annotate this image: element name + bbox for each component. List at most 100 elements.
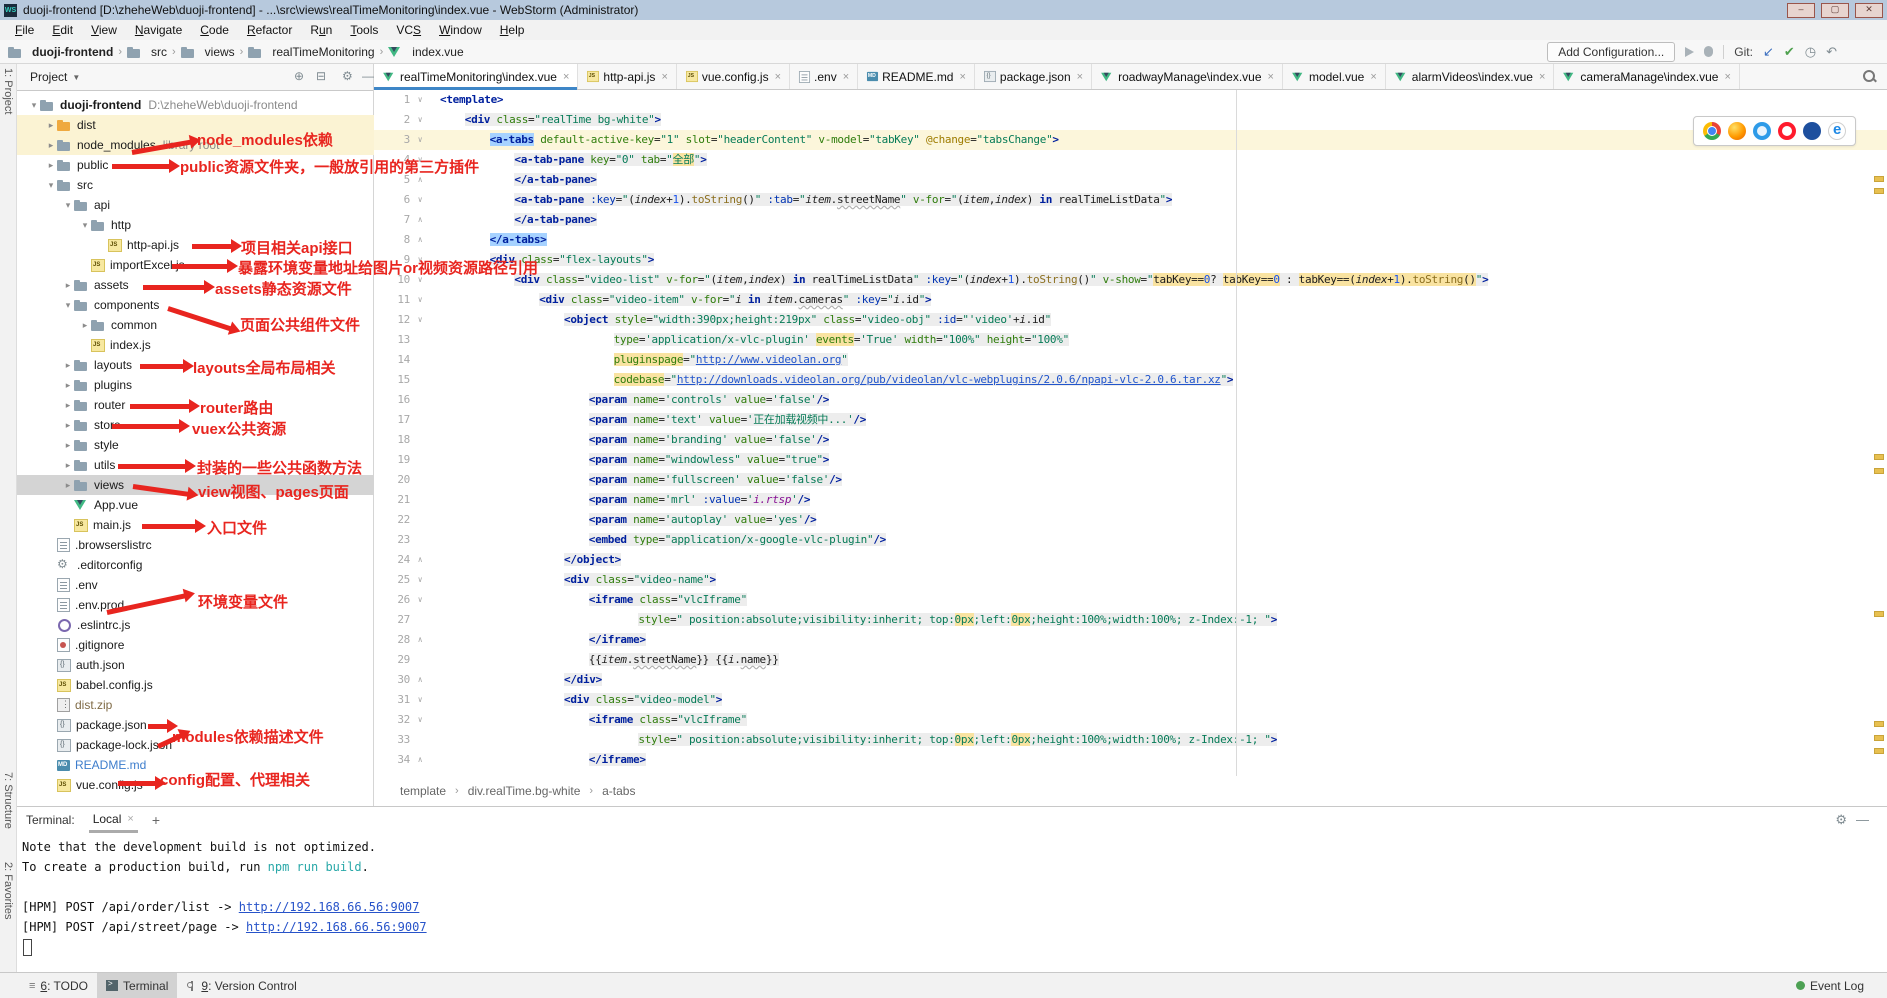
close-icon[interactable]: ×	[563, 71, 569, 83]
menu-view[interactable]: View	[82, 23, 126, 37]
code-line[interactable]: <a-tab-pane :key="(index+1).toString()" …	[440, 190, 1172, 210]
code-line[interactable]: <iframe class="vlcIframe"	[440, 590, 747, 610]
status-item-event-log[interactable]: Event Log	[1787, 973, 1873, 998]
chevron-right-icon[interactable]: ▸	[62, 400, 74, 411]
code-line[interactable]: <div class="video-model">	[440, 690, 722, 710]
close-icon[interactable]: ×	[1724, 71, 1730, 83]
fold-marker-icon[interactable]: ∨	[414, 310, 426, 330]
chevron-down-icon[interactable]: ▼	[72, 73, 80, 82]
menu-refactor[interactable]: Refactor	[238, 23, 301, 37]
editor-breadcrumb-item[interactable]: a-tabs	[602, 784, 635, 798]
add-configuration-button[interactable]: Add Configuration...	[1547, 42, 1675, 62]
menu-help[interactable]: Help	[491, 23, 534, 37]
browser-icon-chrome[interactable]	[1703, 122, 1721, 140]
code-line[interactable]: </iframe>	[440, 750, 646, 770]
code-line[interactable]: <object style="width:390px;height:219px"…	[440, 310, 1051, 330]
git-update-icon[interactable]: ↙	[1763, 45, 1774, 59]
fold-marker-icon[interactable]: ∧	[414, 550, 426, 570]
editor-tab-README.md[interactable]: README.md×	[858, 64, 975, 89]
tree-item-http[interactable]: ▾http	[16, 215, 374, 235]
code-line[interactable]: <embed type="application/x-google-vlc-pl…	[440, 530, 886, 550]
debug-icon[interactable]	[1704, 46, 1713, 57]
chevron-right-icon[interactable]: ▸	[62, 420, 74, 431]
editor-breadcrumb-item[interactable]: div.realTime.bg-white	[468, 784, 581, 798]
terminal-link[interactable]: http://192.168.66.56:9007	[239, 900, 420, 914]
code-line[interactable]: <div class="video-name">	[440, 570, 716, 590]
chevron-right-icon[interactable]: ▸	[62, 460, 74, 471]
code-line[interactable]: <div class="video-list" v-for="(item,ind…	[440, 270, 1488, 290]
chevron-right-icon[interactable]: ▸	[45, 160, 57, 171]
code-line[interactable]: <param name="windowless" value="true">	[440, 450, 829, 470]
code-line[interactable]: <param name='branding' value='false'/>	[440, 430, 829, 450]
fold-marker-icon[interactable]: ∨	[414, 590, 426, 610]
fold-marker-icon[interactable]: ∨	[414, 690, 426, 710]
chevron-right-icon[interactable]: ▸	[62, 360, 74, 371]
tree-item-.eslintrc.js[interactable]: .eslintrc.js	[16, 615, 374, 635]
close-icon[interactable]: ×	[959, 71, 965, 83]
code-line[interactable]: <param name='fullscreen' value='false'/>	[440, 470, 842, 490]
code-line[interactable]: <div class="video-item" v-for="i in item…	[440, 290, 931, 310]
terminal-link[interactable]: http://192.168.66.56:9007	[246, 920, 427, 934]
chevron-down-icon[interactable]: ▾	[62, 300, 74, 311]
menu-file[interactable]: File	[6, 23, 43, 37]
tree-item-dist.zip[interactable]: dist.zip	[16, 695, 374, 715]
code-line[interactable]: style=" position:absolute;visibility:inh…	[440, 610, 1277, 630]
fold-marker-icon[interactable]: ∧	[414, 750, 426, 770]
tree-item-.editorconfig[interactable]: .editorconfig	[16, 555, 374, 575]
chevron-right-icon[interactable]: ▸	[62, 380, 74, 391]
browser-icon-firefox[interactable]	[1728, 122, 1746, 140]
close-icon[interactable]: ×	[843, 71, 849, 83]
chevron-right-icon[interactable]: ▸	[62, 440, 74, 451]
editor-breadcrumb-item[interactable]: template	[400, 784, 446, 798]
editor-tab-realTimeMonitoring-index.vue[interactable]: realTimeMonitoring\index.vue×	[374, 64, 578, 89]
code-line[interactable]: <param name='controls' value='false'/>	[440, 390, 829, 410]
panel-settings-gear-icon[interactable]: ⚙	[342, 69, 353, 83]
tree-item-api[interactable]: ▾api	[16, 195, 374, 215]
close-icon[interactable]: ×	[1077, 71, 1083, 83]
browser-icon-ie[interactable]	[1803, 122, 1821, 140]
editor-tab-cameraManage-index.vue[interactable]: cameraManage\index.vue×	[1554, 64, 1740, 89]
fold-marker-icon[interactable]: ∨	[414, 290, 426, 310]
maximize-button[interactable]: ▢	[1821, 3, 1849, 18]
tool-stripe-1-project[interactable]: 1: Project	[2, 68, 14, 114]
status-item-6-todo[interactable]: ≡6: TODO	[20, 973, 97, 998]
breadcrumb-item-duoji-frontend[interactable]: duoji-frontend	[8, 45, 113, 59]
code-line[interactable]: <iframe class="vlcIframe"	[440, 710, 747, 730]
fold-marker-icon[interactable]: ∨	[414, 570, 426, 590]
terminal-tab-local[interactable]: Local ×	[89, 807, 138, 833]
terminal-output[interactable]: Note that the development build is not o…	[16, 833, 1887, 972]
code-line[interactable]: <div class="realTime bg-white">	[440, 110, 661, 130]
menu-edit[interactable]: Edit	[43, 23, 82, 37]
chevron-down-icon[interactable]: ▾	[45, 180, 57, 191]
locate-file-icon[interactable]: ⊕	[294, 69, 304, 83]
fold-marker-icon[interactable]: ∧	[414, 670, 426, 690]
browser-icon-opera[interactable]	[1778, 122, 1796, 140]
status-item-9-version-control[interactable]: 9: Version Control	[177, 973, 305, 998]
status-item-terminal[interactable]: Terminal	[97, 973, 177, 998]
close-icon[interactable]: ×	[661, 71, 667, 83]
code-line[interactable]: <a-tab-pane key="0" tab="全部">	[440, 150, 707, 170]
history-icon[interactable]: ◷	[1805, 45, 1816, 59]
minimize-button[interactable]: –	[1787, 3, 1815, 18]
code-line[interactable]: </object>	[440, 550, 621, 570]
breadcrumb-item-views[interactable]: views	[181, 45, 235, 59]
search-icon[interactable]	[1863, 70, 1875, 82]
code-line[interactable]: {{item.streetName}} {{i.name}}	[440, 650, 779, 670]
fold-marker-icon[interactable]: ∧	[414, 630, 426, 650]
collapse-all-icon[interactable]: ⊟	[316, 69, 326, 83]
menu-window[interactable]: Window	[430, 23, 491, 37]
chevron-right-icon[interactable]: ▸	[79, 320, 91, 331]
code-line[interactable]: </div>	[440, 670, 602, 690]
chevron-right-icon[interactable]: ▸	[45, 140, 57, 151]
close-icon[interactable]: ×	[1268, 71, 1274, 83]
new-terminal-button[interactable]: +	[152, 812, 160, 828]
menu-code[interactable]: Code	[191, 23, 238, 37]
code-line[interactable]: codebase="http://downloads.videolan.org/…	[440, 370, 1233, 390]
breadcrumb-item-realTimeMonitoring[interactable]: realTimeMonitoring	[248, 45, 374, 59]
code-line[interactable]: type='application/x-vlc-plugin' events='…	[440, 330, 1069, 350]
code-line[interactable]: <param name='autoplay' value='yes'/>	[440, 510, 816, 530]
menu-run[interactable]: Run	[301, 23, 341, 37]
fold-marker-icon[interactable]: ∨	[414, 710, 426, 730]
editor-tab-alarmVideos-index.vue[interactable]: alarmVideos\index.vue×	[1386, 64, 1555, 89]
git-commit-icon[interactable]: ✔	[1784, 45, 1795, 59]
